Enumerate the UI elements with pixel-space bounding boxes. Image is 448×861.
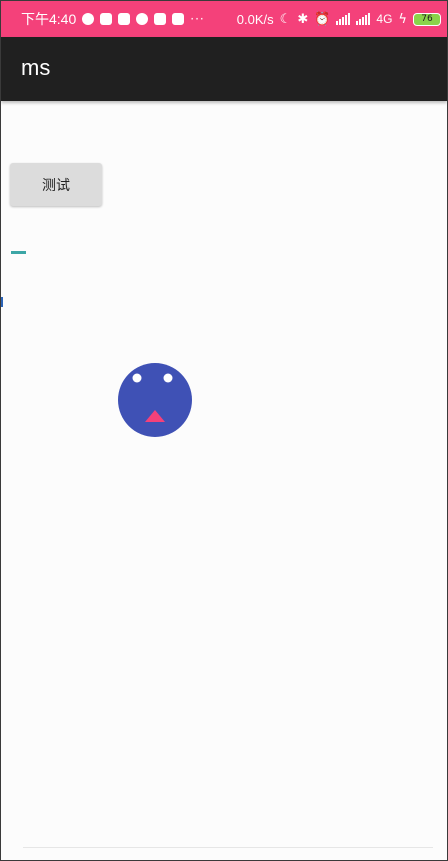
face-circle (118, 363, 192, 437)
app-bar: ms (1, 37, 447, 101)
settings-notification-icon (136, 13, 149, 25)
left-eye (132, 373, 142, 383)
more-notifications-icon: ··· (190, 12, 205, 26)
network-type: 4G (376, 12, 393, 26)
right-eye (163, 373, 173, 383)
calendar-icon (154, 13, 167, 25)
battery-icon: 76 (413, 12, 441, 26)
status-bar-right: 0.0K/s ☾ ✱ ⏰ 4G ϟ 76 (237, 12, 441, 27)
charging-icon: ϟ (398, 11, 407, 27)
bluetooth-icon: ✱ (297, 11, 309, 27)
phone-screen: 下午4:40 ··· 0.0K/s ☾ ✱ ⏰ 4G ϟ 76 ms 测试 (0, 0, 448, 861)
app-notification-icon (118, 13, 131, 25)
battery-level: 76 (421, 14, 433, 24)
app-notification-icon (100, 13, 113, 25)
signal-icon (336, 13, 351, 25)
status-bar: 下午4:40 ··· 0.0K/s ☾ ✱ ⏰ 4G ϟ 76 (1, 1, 447, 37)
app-title: ms (21, 55, 51, 80)
signal-hd-icon (356, 13, 371, 25)
progress-indicator (11, 251, 26, 254)
status-time: 下午4:40 (21, 11, 77, 27)
shield-icon (82, 13, 95, 25)
status-bar-left: 下午4:40 ··· (21, 9, 205, 29)
network-speed: 0.0K/s (236, 11, 274, 27)
test-button[interactable]: 测试 (10, 163, 102, 206)
app-store-icon (172, 13, 185, 25)
edge-indicator (1, 297, 3, 307)
bottom-divider (23, 847, 433, 848)
moon-icon: ☾ (279, 11, 292, 27)
alarm-icon: ⏰ (314, 11, 331, 27)
face-icon (118, 363, 192, 437)
